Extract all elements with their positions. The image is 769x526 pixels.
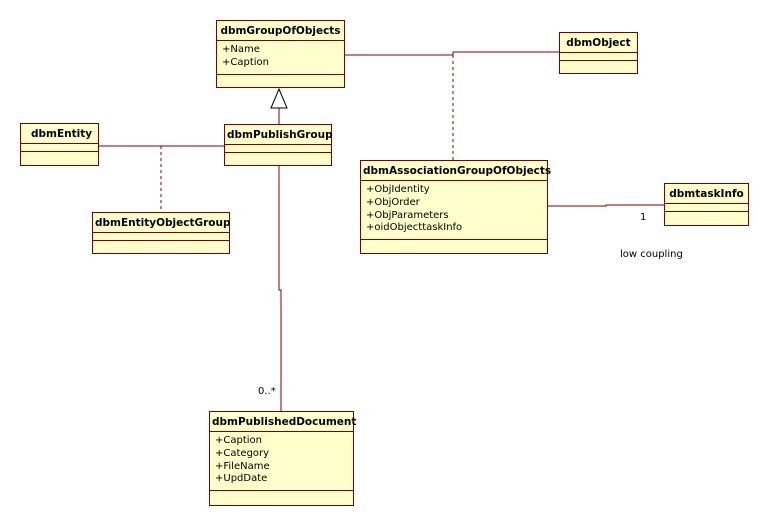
attribute-list: +Name +Caption: [217, 40, 344, 74]
attribute: +UpdDate: [215, 473, 268, 485]
attribute-list: +ObjIdentity +ObjOrder +ObjParameters +o…: [361, 180, 547, 239]
class-dbm-task-info[interactable]: dbmtaskInfo: [664, 183, 749, 226]
attribute: +oidObjecttaskInfo: [366, 222, 463, 234]
attribute: +Category: [215, 447, 270, 459]
class-name: dbmPublishedDocument: [212, 416, 357, 428]
multiplicity-one-label: 1: [640, 212, 647, 223]
class-dbm-entity-object-group[interactable]: dbmEntityObjectGroup: [92, 212, 231, 254]
association-publishgroup-to-document: [278, 166, 282, 411]
attribute: +Caption: [222, 56, 269, 68]
attribute: +Name: [222, 44, 260, 55]
class-name: dbmtaskInfo: [669, 188, 744, 200]
class-dbm-entity[interactable]: dbmEntity: [20, 123, 99, 166]
class-name: dbmEntity: [31, 128, 93, 140]
attribute-list: [21, 143, 98, 151]
class-dbm-publish-group[interactable]: dbmPublishGroup: [224, 124, 333, 166]
attribute-list: [93, 232, 229, 240]
class-dbm-object[interactable]: dbmObject: [559, 32, 638, 74]
attribute: +ObjOrder: [366, 196, 420, 208]
attribute-list: [665, 203, 748, 211]
operations-compartment: [225, 152, 331, 160]
class-name: dbmObject: [566, 37, 631, 49]
association-assocgroup-to-taskinfo: [548, 204, 664, 207]
class-name: dbmEntityObjectGroup: [95, 217, 231, 229]
attribute-list: [225, 144, 331, 152]
class-name: dbmGroupOfObjects: [220, 25, 341, 37]
operations-compartment: [93, 240, 229, 248]
operations-compartment: [361, 239, 547, 248]
generalization-arrowhead: [270, 87, 288, 109]
low-coupling-note: low coupling: [620, 249, 683, 260]
operations-compartment: [21, 151, 98, 159]
attribute: +FileName: [215, 460, 270, 472]
operations-compartment: [210, 490, 353, 499]
operations-compartment: [665, 211, 748, 219]
class-dbm-group-of-objects[interactable]: dbmGroupOfObjects +Name +Caption: [216, 20, 345, 88]
association-group-to-object: [345, 51, 559, 56]
attribute-list: [560, 52, 637, 60]
attribute: +ObjIdentity: [366, 184, 430, 195]
class-dbm-association-group-of-objects[interactable]: dbmAssociationGroupOfObjects +ObjIdentit…: [360, 160, 552, 254]
operations-compartment: [560, 60, 637, 68]
operations-compartment: [217, 73, 344, 83]
class-name: dbmPublishGroup: [227, 129, 333, 141]
attribute: +ObjParameters: [366, 209, 449, 221]
class-name: dbmAssociationGroupOfObjects: [363, 165, 552, 177]
connector-layer: [99, 51, 664, 411]
attribute: +Caption: [215, 435, 262, 446]
class-dbm-published-document[interactable]: dbmPublishedDocument +Caption +Category …: [209, 411, 357, 506]
attribute-list: +Caption +Category +FileName +UpdDate: [210, 431, 353, 490]
multiplicity-many-label: 0..*: [258, 386, 276, 397]
